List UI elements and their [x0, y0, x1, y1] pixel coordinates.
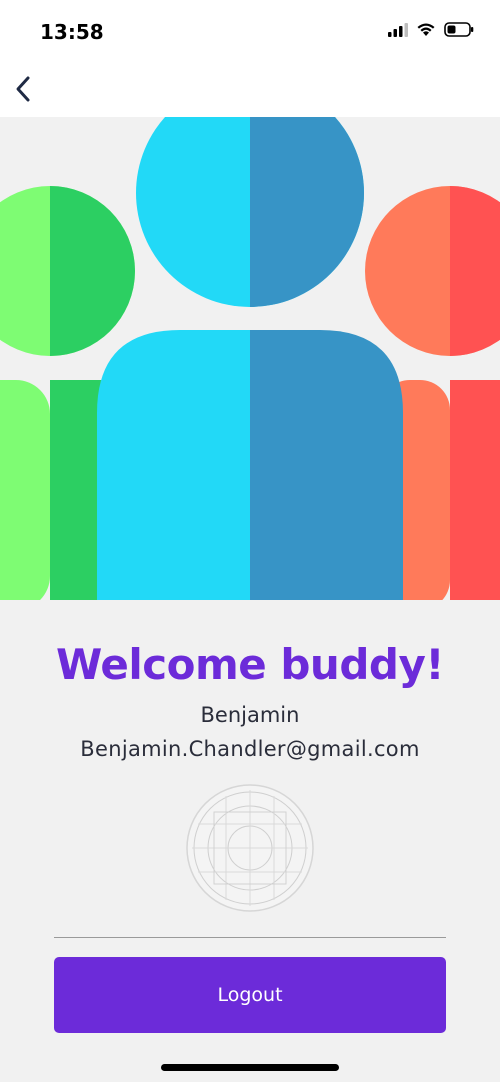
hero-illustration [0, 117, 500, 600]
divider [54, 937, 446, 938]
user-name: Benjamin [200, 703, 300, 727]
wifi-icon [417, 23, 435, 36]
status-icons [388, 22, 474, 37]
back-button[interactable] [6, 72, 40, 106]
status-bar: 13:58 [0, 0, 500, 62]
user-email: Benjamin.Chandler@gmail.com [80, 737, 420, 761]
avatar [186, 784, 314, 912]
status-time: 13:58 [40, 20, 104, 44]
chevron-left-icon [16, 76, 30, 102]
avatar-placeholder-icon [186, 784, 314, 912]
nav-bar [0, 62, 500, 117]
home-indicator [161, 1064, 339, 1071]
logout-button[interactable]: Logout [54, 957, 446, 1033]
battery-icon [444, 22, 474, 37]
cellular-signal-icon [388, 22, 408, 37]
group-of-people-illustration [0, 117, 500, 600]
welcome-title: Welcome buddy! [56, 640, 444, 689]
